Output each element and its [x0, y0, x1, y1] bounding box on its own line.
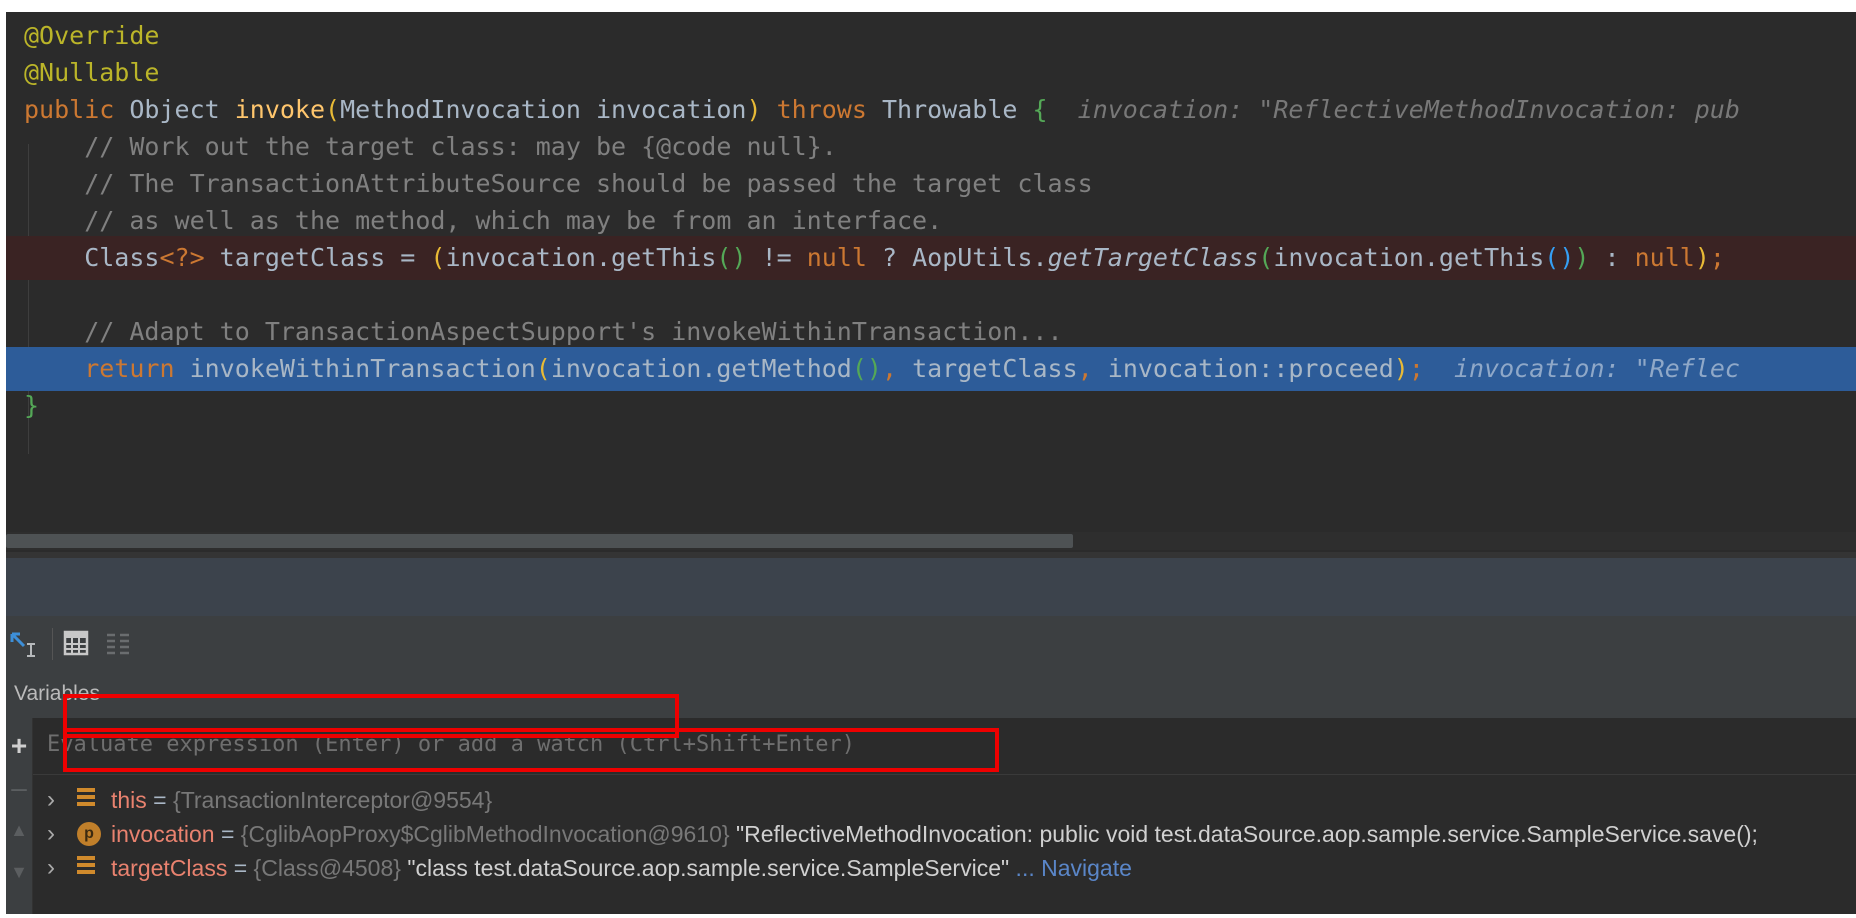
remove-watch-icon[interactable]: – — [6, 774, 32, 802]
paren: ( — [1258, 243, 1274, 272]
highlight-box-targetclass — [63, 728, 999, 772]
columns-icon[interactable] — [104, 630, 132, 658]
var-decl: targetClass = — [204, 243, 431, 272]
keyword-null: null — [1634, 243, 1695, 272]
variable-value: "ReflectiveMethodInvocation: public void… — [729, 821, 1758, 847]
expand-chevron-icon[interactable]: › — [47, 848, 55, 888]
comma: , — [881, 354, 913, 383]
equals-sign: = — [214, 821, 241, 847]
table-icon[interactable] — [62, 630, 90, 658]
comma: , — [1077, 354, 1108, 383]
annotation-nullable: @Nullable — [24, 58, 160, 87]
ternary: ? AopUtils. — [866, 243, 1048, 272]
navigate-link[interactable]: ... Navigate — [1009, 855, 1132, 881]
inline-debug-value: invocation: "Reflec — [1423, 354, 1740, 383]
variable-name: invocation — [111, 821, 215, 847]
call: invocation.getThis — [445, 243, 717, 272]
static-method: getTargetClass — [1047, 243, 1259, 272]
variable-type: {TransactionInterceptor@9554} — [173, 787, 493, 813]
keyword-null: null — [806, 243, 867, 272]
exception-type: Throwable — [881, 95, 1033, 124]
move-down-icon[interactable]: ▼ — [6, 858, 32, 886]
variable-name: targetClass — [111, 855, 228, 881]
call: invocation.getMethod — [550, 354, 852, 383]
variable-value: "class test.dataSource.aop.sample.servic… — [400, 855, 1010, 881]
arg: targetClass — [912, 354, 1078, 383]
debug-panel-header — [6, 558, 1856, 616]
toolbar-separator — [52, 628, 53, 660]
generic: <?> — [159, 243, 205, 272]
method-ref: invocation::proceed — [1107, 354, 1394, 383]
variable-row-targetclass[interactable]: › targetClass = {Class@4508} "class test… — [33, 848, 1856, 888]
paren: ) — [1694, 243, 1710, 272]
equals-sign: = — [146, 787, 174, 813]
type-class: Class — [24, 243, 160, 272]
variable-name: this — [111, 787, 147, 813]
restore-layout-icon-graphic — [10, 632, 35, 657]
equals-sign: = — [227, 855, 254, 881]
paren: ) — [1393, 354, 1409, 383]
field-icon — [77, 856, 101, 880]
table-icon-graphic — [63, 630, 89, 656]
variable-type: {Class@4508} — [253, 855, 401, 881]
variables-gutter: + – ▲ ▼ — [6, 718, 33, 914]
variable-type: {CglibAopProxy$CglibMethodInvocation@961… — [240, 821, 730, 847]
paren: ) — [1574, 243, 1590, 272]
paren: ) — [746, 95, 762, 124]
keyword-public: public — [24, 95, 130, 124]
paren: ( — [430, 243, 446, 272]
ide-window: @Override @Nullable public Object invoke… — [6, 12, 1856, 914]
annotation-override: @Override — [24, 21, 160, 50]
add-watch-icon[interactable]: + — [6, 732, 32, 760]
keyword-return: return — [24, 354, 190, 383]
parameter-icon: p — [77, 822, 101, 846]
code-line-11: } — [6, 384, 1856, 428]
method-params: MethodInvocation invocation — [340, 95, 747, 124]
semicolon: ; — [1709, 243, 1725, 272]
columns-icon-graphic — [107, 633, 129, 655]
semicolon: ; — [1408, 354, 1424, 383]
keyword-throws: throws — [761, 95, 882, 124]
paren: ( — [325, 95, 341, 124]
operator: != — [746, 243, 807, 272]
closing-brace: } — [24, 391, 40, 420]
restore-layout-icon[interactable] — [10, 630, 38, 658]
call: invokeWithinTransaction — [189, 354, 536, 383]
horizontal-scrollbar-thumb[interactable] — [6, 534, 1073, 548]
paren: ( — [535, 354, 551, 383]
debug-toolbar — [6, 616, 1856, 671]
paren: () — [716, 243, 747, 272]
code-editor[interactable]: @Override @Nullable public Object invoke… — [6, 12, 1856, 552]
ternary: : — [1589, 243, 1635, 272]
field-icon — [77, 788, 101, 812]
code-line-7-breakpoint: Class<?> targetClass = (invocation.getTh… — [6, 236, 1856, 280]
paren: () — [1544, 243, 1575, 272]
return-type: Object — [129, 95, 235, 124]
call: invocation.getThis — [1273, 243, 1545, 272]
method-name: invoke — [234, 95, 326, 124]
paren: () — [851, 354, 882, 383]
inline-debug-value: invocation: "ReflectiveMethodInvocation:… — [1047, 95, 1740, 124]
brace: { — [1032, 95, 1048, 124]
move-up-icon[interactable]: ▲ — [6, 816, 32, 844]
